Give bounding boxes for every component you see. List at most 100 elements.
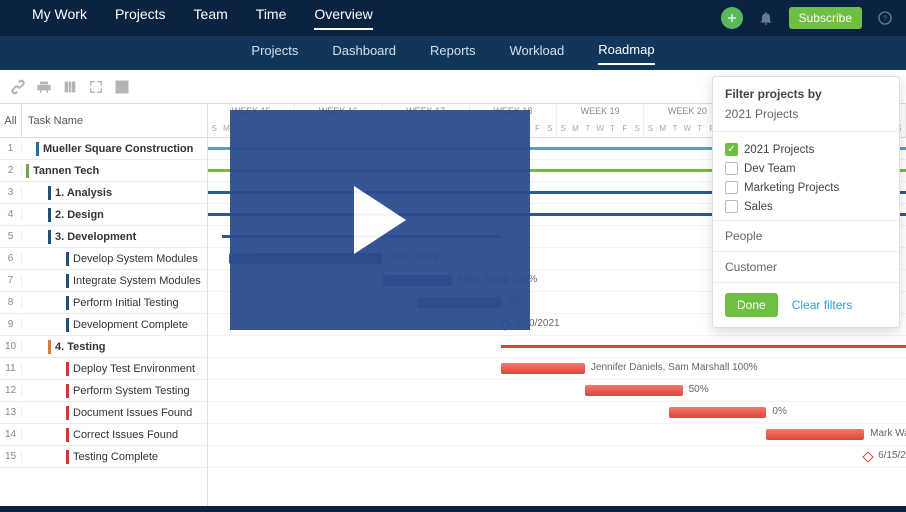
print-icon[interactable] (36, 79, 52, 95)
task-row[interactable]: 12Perform System Testing (0, 380, 207, 402)
top-menu: My Work Projects Team Time Overview (32, 6, 373, 30)
task-rows: 1Mueller Square Construction2Tannen Tech… (0, 138, 207, 468)
filter-clear-link[interactable]: Clear filters (792, 298, 853, 312)
add-button[interactable] (721, 7, 743, 29)
task-row[interactable]: 7Integrate System Modules (0, 270, 207, 292)
row-number: 2 (0, 165, 22, 176)
filter-item[interactable]: Sales (725, 197, 887, 216)
task-name: Testing Complete (22, 450, 207, 464)
filter-item[interactable]: ✓ 2021 Projects (725, 140, 887, 159)
nav-overview[interactable]: Overview (314, 6, 372, 30)
task-name: Develop System Modules (22, 252, 207, 266)
task-list-header: All Task Name (0, 104, 207, 138)
bar-label: 50% (689, 384, 709, 395)
task-row[interactable]: 11Deploy Test Environment (0, 358, 207, 380)
task-row[interactable]: 1Mueller Square Construction (0, 138, 207, 160)
filter-done-button[interactable]: Done (725, 293, 778, 317)
checkbox-icon (725, 162, 738, 175)
task-name: 4. Testing (22, 340, 207, 354)
subnav-projects[interactable]: Projects (251, 43, 298, 64)
subnav-workload[interactable]: Workload (510, 43, 565, 64)
svg-text:?: ? (883, 14, 887, 23)
task-name: Development Complete (22, 318, 207, 332)
task-row[interactable]: 8Perform Initial Testing (0, 292, 207, 314)
filter-item-label: Dev Team (744, 163, 796, 175)
expand-icon[interactable] (88, 79, 104, 95)
filter-item-label: Sales (744, 201, 773, 213)
row-number: 9 (0, 319, 22, 330)
task-row[interactable]: 14Correct Issues Found (0, 424, 207, 446)
help-icon[interactable]: ? (876, 9, 894, 27)
checkbox-icon (725, 200, 738, 213)
task-name: 3. Development (22, 230, 207, 244)
week-column: WEEK 19SMTWTFS (557, 104, 644, 137)
checkbox-icon: ✓ (725, 143, 738, 156)
task-row[interactable]: 15Testing Complete (0, 446, 207, 468)
filter-cat-people[interactable]: People (713, 221, 899, 252)
task-name: Correct Issues Found (22, 428, 207, 442)
row-number: 5 (0, 231, 22, 242)
subnav-dashboard[interactable]: Dashboard (332, 43, 396, 64)
task-name: Integrate System Modules (22, 274, 207, 288)
nav-projects[interactable]: Projects (115, 6, 166, 30)
row-number: 11 (0, 363, 22, 374)
subnav-roadmap[interactable]: Roadmap (598, 42, 654, 65)
filter-cat-customer[interactable]: Customer (713, 252, 899, 283)
task-name: 2. Design (22, 208, 207, 222)
task-name: Mueller Square Construction (22, 142, 207, 156)
row-number: 1 (0, 143, 22, 154)
row-number: 15 (0, 451, 22, 462)
milestone-label: 6/15/202 (878, 450, 906, 461)
bar-label: 0% (772, 406, 786, 417)
top-nav: My Work Projects Team Time Overview Subs… (0, 0, 906, 36)
col-task-name[interactable]: Task Name (22, 104, 207, 137)
task-row[interactable]: 13Document Issues Found (0, 402, 207, 424)
task-row[interactable]: 2Tannen Tech (0, 160, 207, 182)
task-row[interactable]: 9Development Complete (0, 314, 207, 336)
filter-item-label: 2021 Projects (744, 144, 814, 156)
row-number: 14 (0, 429, 22, 440)
nav-team[interactable]: Team (194, 6, 228, 30)
row-number: 3 (0, 187, 22, 198)
checkbox-icon (725, 181, 738, 194)
filter-item[interactable]: Dev Team (725, 159, 887, 178)
bottom-bar (0, 506, 906, 512)
filter-list: ✓ 2021 Projects Dev Team Marketing Projects… (713, 132, 899, 221)
task-name: Perform System Testing (22, 384, 207, 398)
bell-icon[interactable] (757, 9, 775, 27)
columns-icon[interactable] (62, 79, 78, 95)
task-name: Document Issues Found (22, 406, 207, 420)
col-all[interactable]: All (0, 104, 22, 137)
task-row[interactable]: 104. Testing (0, 336, 207, 358)
task-name: Deploy Test Environment (22, 362, 207, 376)
row-number: 12 (0, 385, 22, 396)
filter-panel: Filter projects by 2021 Projects ✓ 2021 P… (712, 76, 900, 328)
bar-label: Jennifer Daniels, Sam Marshall 100% (591, 362, 758, 373)
grid-icon[interactable] (114, 79, 130, 95)
subscribe-button[interactable]: Subscribe (789, 7, 862, 29)
nav-time[interactable]: Time (256, 6, 287, 30)
task-row[interactable]: 31. Analysis (0, 182, 207, 204)
row-number: 13 (0, 407, 22, 418)
filter-selected[interactable]: 2021 Projects (725, 107, 887, 121)
task-name: Perform Initial Testing (22, 296, 207, 310)
sub-nav: Projects Dashboard Reports Workload Road… (0, 36, 906, 70)
top-actions: Subscribe ? (721, 7, 894, 29)
row-number: 4 (0, 209, 22, 220)
filter-item[interactable]: Marketing Projects (725, 178, 887, 197)
plus-icon (725, 11, 739, 25)
task-name: 1. Analysis (22, 186, 207, 200)
filter-title: Filter projects by (725, 87, 887, 101)
row-number: 6 (0, 253, 22, 264)
nav-my-work[interactable]: My Work (32, 6, 87, 30)
task-row[interactable]: 6Develop System Modules (0, 248, 207, 270)
task-row[interactable]: 42. Design (0, 204, 207, 226)
row-number: 8 (0, 297, 22, 308)
subnav-reports[interactable]: Reports (430, 43, 476, 64)
play-icon (354, 186, 406, 254)
video-play-overlay[interactable] (230, 110, 530, 330)
filter-item-label: Marketing Projects (744, 182, 839, 194)
link-icon[interactable] (10, 79, 26, 95)
task-name: Tannen Tech (22, 164, 207, 178)
task-row[interactable]: 53. Development (0, 226, 207, 248)
